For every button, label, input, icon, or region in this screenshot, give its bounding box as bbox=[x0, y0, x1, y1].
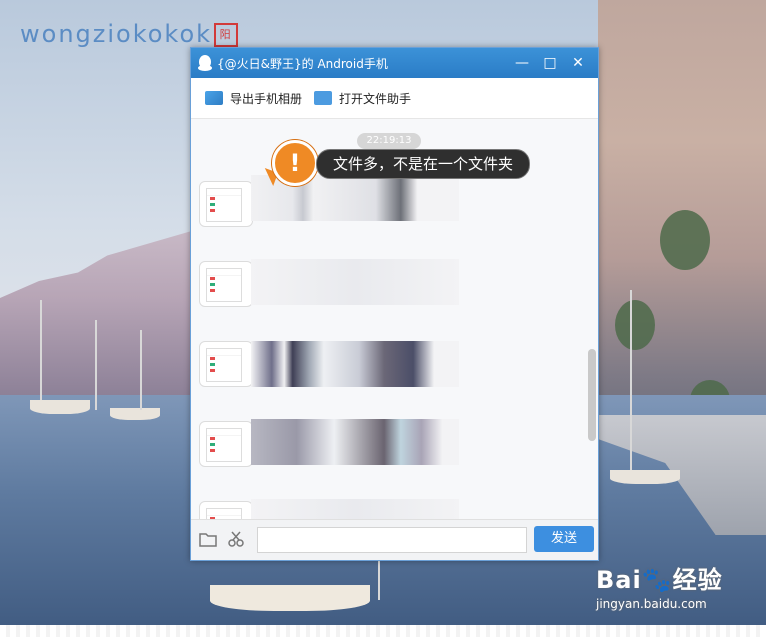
file-thumbnail bbox=[206, 188, 242, 222]
painting-boat bbox=[610, 470, 680, 484]
file-thumbnail bbox=[206, 428, 242, 462]
paw-icon: 🐾 bbox=[641, 566, 673, 594]
painting-mast bbox=[95, 320, 97, 410]
export-album-button[interactable]: 导出手机相册 bbox=[205, 90, 302, 107]
folder-icon[interactable] bbox=[199, 531, 217, 547]
painting-mast bbox=[378, 560, 380, 600]
exclamation-icon: ! bbox=[272, 140, 318, 186]
painting-tree bbox=[615, 300, 655, 350]
file-thumbnail bbox=[206, 508, 242, 519]
open-file-assistant-button[interactable]: 打开文件助手 bbox=[314, 90, 411, 107]
chat-scrollbar[interactable] bbox=[588, 349, 596, 441]
qq-penguin-icon bbox=[198, 55, 212, 71]
message-timestamp: 22:19:13 bbox=[357, 133, 421, 149]
export-album-label: 导出手机相册 bbox=[230, 91, 303, 106]
baidu-brand: Bai bbox=[596, 566, 642, 594]
painting-boat bbox=[110, 408, 160, 420]
blog-watermark-mark: 阳 bbox=[214, 23, 239, 47]
qq-chat-window: {@火日&野王}的 Android手机 — □ ✕ 导出手机相册 打开文件助手 … bbox=[190, 47, 599, 561]
painting-mast bbox=[630, 290, 632, 470]
chat-message-area[interactable]: 22:19:13 bbox=[191, 119, 598, 519]
blurred-file-info bbox=[251, 419, 459, 465]
file-thumbnail bbox=[206, 348, 242, 382]
photo-album-icon bbox=[205, 91, 223, 105]
minimize-button[interactable]: — bbox=[508, 48, 536, 78]
window-toolbar: 导出手机相册 打开文件助手 bbox=[191, 78, 598, 119]
baidu-suffix: 经验 bbox=[672, 566, 723, 594]
blurred-file-info bbox=[251, 499, 459, 519]
callout-text: 文件多，不是在一个文件夹 bbox=[316, 149, 531, 179]
open-file-assistant-label: 打开文件助手 bbox=[339, 91, 412, 106]
folder-icon bbox=[314, 91, 333, 105]
file-thumbnail bbox=[206, 268, 242, 302]
file-message[interactable] bbox=[199, 501, 253, 519]
input-bar: 发送 bbox=[191, 519, 598, 560]
close-button[interactable]: ✕ bbox=[564, 48, 592, 78]
file-message[interactable] bbox=[199, 261, 253, 307]
painting-boat bbox=[30, 400, 90, 414]
painting-boat bbox=[210, 585, 370, 611]
scissors-icon[interactable] bbox=[227, 531, 245, 547]
blurred-file-info bbox=[251, 341, 459, 387]
painting-tree bbox=[660, 210, 710, 270]
file-message[interactable] bbox=[199, 421, 253, 467]
window-titlebar[interactable]: {@火日&野王}的 Android手机 — □ ✕ bbox=[191, 48, 598, 78]
file-message[interactable] bbox=[199, 181, 253, 227]
baidu-jingyan-watermark: Bai🐾经验 jingyan.baidu.com bbox=[596, 560, 723, 611]
blog-watermark-text: wongziokokok bbox=[20, 20, 213, 48]
window-title: {@火日&野王}的 Android手机 bbox=[217, 56, 388, 71]
baidu-url: jingyan.baidu.com bbox=[596, 597, 707, 611]
send-button[interactable]: 发送 bbox=[534, 526, 594, 552]
message-input[interactable] bbox=[257, 527, 527, 553]
painting-mast bbox=[140, 330, 142, 410]
file-message[interactable] bbox=[199, 341, 253, 387]
torn-edge bbox=[0, 625, 766, 637]
maximize-button[interactable]: □ bbox=[536, 48, 564, 78]
blog-watermark-logo: wongziokokok 阳 bbox=[20, 20, 239, 48]
painting-mast bbox=[40, 300, 42, 400]
blurred-file-info bbox=[251, 259, 459, 305]
